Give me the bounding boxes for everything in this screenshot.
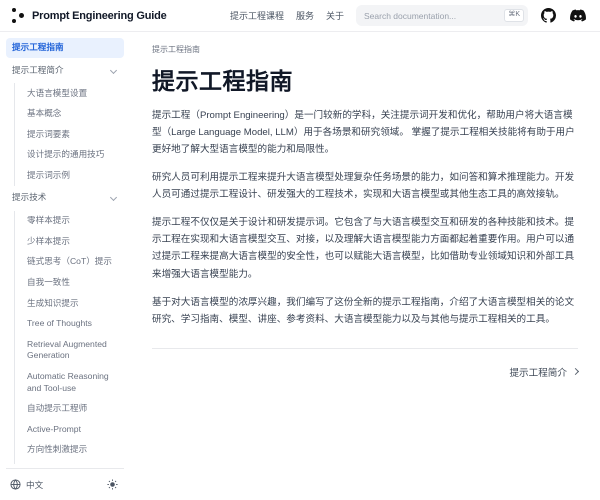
sidebar-item-label: Retrieval Augmented Generation xyxy=(27,339,120,362)
sidebar-footer: 中文 xyxy=(6,468,124,500)
logo-text: Prompt Engineering Guide xyxy=(32,10,167,22)
paragraph: 基于对大语言模型的浓厚兴趣，我们编写了这份全新的提示工程指南，介绍了大语言模型相… xyxy=(152,294,578,328)
sidebar-item[interactable]: Retrieval Augmented Generation xyxy=(14,334,124,366)
sidebar-item-label: 提示词示例 xyxy=(27,170,70,182)
sidebar-item-label: 大语言模型设置 xyxy=(27,88,87,100)
chevron-down-icon xyxy=(110,67,117,74)
sidebar-item[interactable]: 方向性刺激提示 xyxy=(14,440,124,461)
sidebar-item-label: 设计提示的通用技巧 xyxy=(27,149,104,161)
page-shell: 提示工程指南提示工程简介大语言模型设置基本概念提示词要素设计提示的通用技巧提示词… xyxy=(0,32,600,500)
logo[interactable]: Prompt Engineering Guide xyxy=(12,8,167,24)
sidebar-item[interactable]: 提示词要素 xyxy=(14,124,124,145)
sidebar-item[interactable]: 大语言模型设置 xyxy=(14,83,124,104)
sidebar-item-label: 提示工程简介 xyxy=(12,65,64,77)
next-page-label: 提示工程简介 xyxy=(509,365,567,379)
sidebar-item-label: 生成知识提示 xyxy=(27,298,79,310)
article-body: 提示工程（Prompt Engineering）是一门较新的学科，关注提示词开发… xyxy=(152,107,578,328)
sidebar-item[interactable]: 少样本提示 xyxy=(14,231,124,252)
search-input[interactable]: Search documentation... ⌘K xyxy=(356,5,528,26)
sidebar-item-label: 基本概念 xyxy=(27,108,61,120)
globe-icon xyxy=(10,479,21,490)
paragraph: 研究人员可利用提示工程来提升大语言模型处理复杂任务场景的能力，如问答和算术推理能… xyxy=(152,169,578,203)
paragraph: 提示工程（Prompt Engineering）是一门较新的学科，关注提示词开发… xyxy=(152,107,578,158)
sidebar-item[interactable]: Automatic Reasoning and Tool-use xyxy=(14,367,124,399)
breadcrumb: 提示工程指南 xyxy=(152,44,578,55)
main-content: 提示工程指南 提示工程指南 提示工程（Prompt Engineering）是一… xyxy=(130,32,600,500)
sidebar-nav: 提示工程指南提示工程简介大语言模型设置基本概念提示词要素设计提示的通用技巧提示词… xyxy=(6,38,124,464)
pagination-row: 提示工程简介 xyxy=(152,348,578,379)
chevron-right-icon xyxy=(572,368,579,375)
paragraph: 提示工程不仅仅是关于设计和研发提示词。它包含了与大语言模型交互和研发的各种技能和… xyxy=(152,214,578,282)
header-right: 提示工程课程服务关于 Search documentation... ⌘K xyxy=(230,5,586,26)
sidebar-item[interactable]: 零样本提示 xyxy=(14,211,124,232)
sidebar-item[interactable]: Tree of Thoughts xyxy=(14,314,124,335)
sidebar-item[interactable]: 基本概念 xyxy=(14,104,124,125)
sidebar-item[interactable]: 设计提示的通用技巧 xyxy=(14,145,124,166)
sidebar-item-label: Active-Prompt xyxy=(27,424,81,436)
sidebar-item-label: 零样本提示 xyxy=(27,215,70,227)
sidebar-item-label: 链式思考（CoT）提示 xyxy=(27,256,112,268)
github-icon[interactable] xyxy=(540,7,557,24)
sidebar-item[interactable]: 提示技术 xyxy=(6,188,124,208)
search-placeholder: Search documentation... xyxy=(364,11,498,21)
header-nav: 提示工程课程服务关于 xyxy=(230,9,344,22)
sidebar-item-label: Automatic Reasoning and Tool-use xyxy=(27,371,120,394)
search-shortcut-badge: ⌘K xyxy=(504,9,524,21)
sidebar-item-label: 方向性刺激提示 xyxy=(27,444,87,456)
next-page-link[interactable]: 提示工程简介 xyxy=(509,365,578,379)
sidebar-item[interactable]: 链式思考（CoT）提示 xyxy=(14,252,124,273)
sidebar-item[interactable]: 自我一致性 xyxy=(14,273,124,294)
top-header: Prompt Engineering Guide 提示工程课程服务关于 Sear… xyxy=(0,0,600,32)
sidebar-item-label: 提示词要素 xyxy=(27,129,70,141)
sidebar: 提示工程指南提示工程简介大语言模型设置基本概念提示词要素设计提示的通用技巧提示词… xyxy=(0,32,130,500)
discord-icon[interactable] xyxy=(569,7,586,24)
sidebar-item-label: 自我一致性 xyxy=(27,277,70,289)
logo-dots-icon xyxy=(12,8,25,24)
language-label: 中文 xyxy=(26,479,43,491)
theme-toggle[interactable] xyxy=(107,479,118,490)
sidebar-item[interactable]: 提示工程简介 xyxy=(6,61,124,81)
sidebar-item-label: 自动提示工程师 xyxy=(27,403,87,415)
page-title: 提示工程指南 xyxy=(152,62,578,96)
sidebar-item-label: 提示工程指南 xyxy=(12,42,64,54)
language-switcher[interactable]: 中文 xyxy=(10,479,43,491)
sidebar-item[interactable]: Active-Prompt xyxy=(14,419,124,440)
chevron-down-icon xyxy=(110,194,117,201)
sidebar-item[interactable]: 生成知识提示 xyxy=(14,293,124,314)
header-nav-link[interactable]: 提示工程课程 xyxy=(230,9,284,22)
header-nav-link[interactable]: 关于 xyxy=(326,9,344,22)
sidebar-item[interactable]: ReAct框架 xyxy=(14,460,124,464)
header-nav-link[interactable]: 服务 xyxy=(296,9,314,22)
sidebar-item-label: Tree of Thoughts xyxy=(27,318,92,330)
sidebar-item[interactable]: 自动提示工程师 xyxy=(14,399,124,420)
sidebar-item[interactable]: 提示工程指南 xyxy=(6,38,124,58)
sidebar-item-label: 少样本提示 xyxy=(27,236,70,248)
sidebar-item[interactable]: 提示词示例 xyxy=(14,166,124,187)
sidebar-item-label: 提示技术 xyxy=(12,192,46,204)
